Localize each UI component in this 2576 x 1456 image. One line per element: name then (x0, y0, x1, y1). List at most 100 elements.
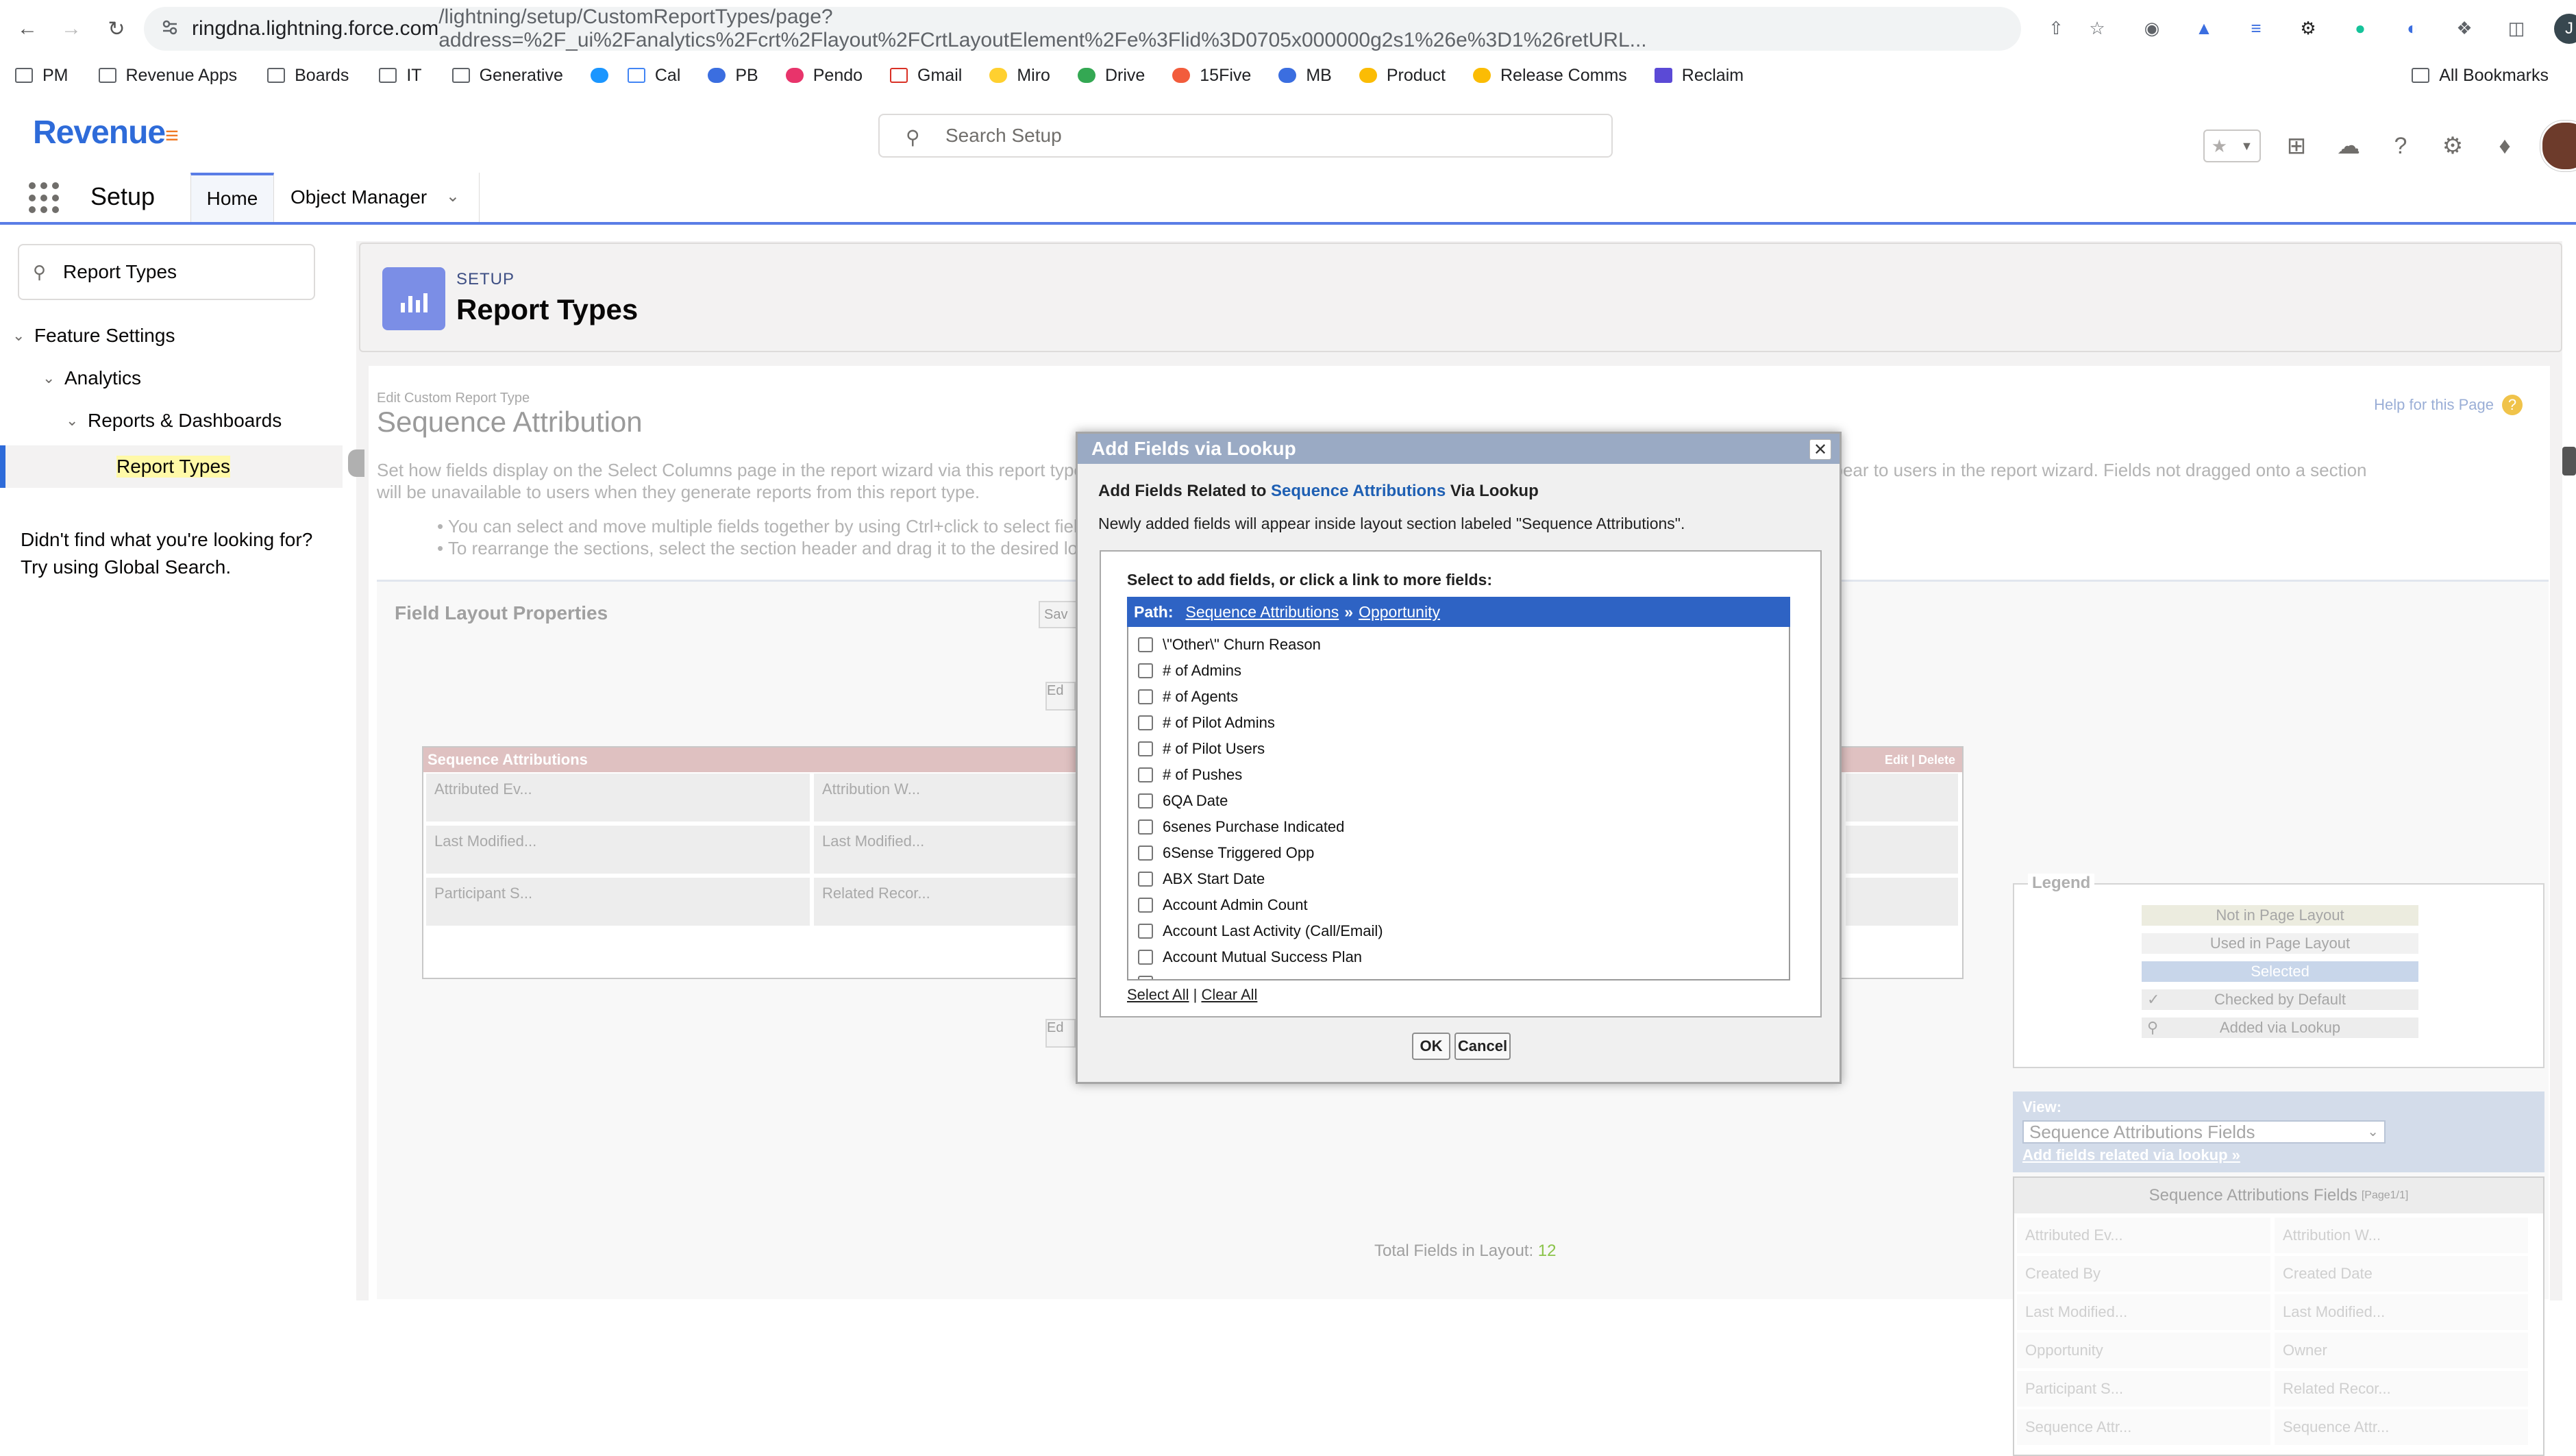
field-checkbox[interactable] (1138, 741, 1153, 756)
bookmark-product[interactable]: Product (1359, 66, 1446, 86)
edit-properties-button[interactable]: Ed (1045, 1019, 1076, 1048)
org-logo[interactable]: Revenue≡ (33, 114, 179, 151)
layout-field[interactable]: Last Modified... (426, 826, 810, 874)
back-arrow-icon[interactable]: ← (11, 12, 44, 45)
section-edit-delete-links[interactable]: Edit | Delete (1885, 748, 1955, 772)
select-all-link[interactable]: Select All (1127, 986, 1189, 1003)
bookmark-generative[interactable]: Generative (451, 66, 563, 86)
field-option[interactable]: Account Last Activity (Call/Email) (1138, 919, 1383, 943)
search-setup-input[interactable]: ⚲ Search Setup (878, 114, 1613, 158)
share-icon[interactable]: ⇧ (2042, 14, 2070, 42)
tree-item-report-types[interactable]: Report Types (116, 456, 231, 478)
bookmark-drive[interactable]: Drive (1077, 66, 1145, 86)
path-link-opportunity[interactable]: Opportunity (1359, 603, 1440, 621)
tree-item-feature-settings[interactable]: ⌄ Feature Settings (12, 325, 175, 347)
available-field[interactable]: Attribution W... (2275, 1218, 2528, 1253)
edit-properties-button[interactable]: Ed (1045, 682, 1076, 711)
notifications-bell-icon[interactable]: ♦ (2488, 129, 2521, 162)
extensions-puzzle-icon[interactable]: ❖ (2450, 14, 2479, 42)
sidebar-collapse-handle[interactable] (348, 449, 364, 477)
bookmark-miro[interactable]: Miro (989, 66, 1050, 86)
bookmark-cal[interactable]: Cal (627, 66, 680, 86)
cancel-button[interactable]: Cancel (1454, 1033, 1511, 1060)
available-field[interactable]: Opportunity (2017, 1333, 2270, 1368)
available-field[interactable]: Participant S... (2017, 1371, 2270, 1407)
available-field[interactable]: Attributed Ev... (2017, 1218, 2270, 1253)
camera-extension-icon[interactable]: ◉ (2138, 14, 2166, 42)
clear-all-link[interactable]: Clear All (1201, 986, 1257, 1003)
mb-extension-icon[interactable]: ≡ (2242, 14, 2270, 42)
field-option[interactable]: 6Sense Triggered Opp (1138, 841, 1314, 865)
tree-item-reports-dashboards[interactable]: ⌄ Reports & Dashboards (66, 410, 282, 432)
field-option[interactable]: Account Mutual Success Plan (1138, 945, 1362, 970)
layout-field[interactable]: Attributed Ev... (426, 774, 810, 822)
profile-avatar[interactable]: J (2554, 14, 2576, 44)
field-option-partial[interactable] (1138, 971, 1153, 979)
lookup-field-list[interactable]: \"Other\" Churn Reason # of Admins # of … (1127, 627, 1790, 980)
field-option[interactable]: # of Pilot Admins (1138, 711, 1275, 735)
layout-field[interactable]: Participant S... (426, 878, 810, 926)
bookmark-pm[interactable]: PM (15, 66, 69, 86)
layout-field[interactable] (1846, 878, 1958, 926)
field-checkbox[interactable] (1138, 846, 1153, 861)
field-checkbox[interactable] (1138, 793, 1153, 809)
reload-icon[interactable]: ↻ (100, 12, 133, 45)
available-field[interactable]: Related Recor... (2275, 1371, 2528, 1407)
related-object-link[interactable]: Sequence Attributions (1271, 482, 1446, 500)
forward-arrow-icon[interactable]: → (55, 12, 88, 45)
all-bookmarks[interactable]: All Bookmarks (2412, 66, 2549, 86)
bookmark-15five[interactable]: 15Five (1172, 66, 1251, 86)
bookmark-pb[interactable]: PB (708, 66, 758, 86)
favorites-button[interactable]: ★ ▼ (2203, 129, 2261, 162)
address-bar[interactable]: ringdna.lightning.force.com/lightning/se… (144, 5, 2021, 51)
site-info-icon[interactable] (160, 18, 179, 37)
bookmark-reclaim[interactable]: Reclaim (1654, 66, 1744, 86)
gear-icon[interactable]: ⚙ (2436, 129, 2469, 162)
available-field[interactable]: Created Date (2275, 1256, 2528, 1292)
field-checkbox[interactable] (1138, 767, 1153, 782)
available-field[interactable]: Last Modified... (2017, 1294, 2270, 1330)
settings-extension-icon[interactable]: ⚙ (2294, 14, 2323, 42)
bookmark-mb[interactable]: MB (1278, 66, 1332, 86)
field-checkbox[interactable] (1138, 663, 1153, 678)
field-checkbox[interactable] (1138, 950, 1153, 965)
available-field[interactable]: Sequence Attr... (2017, 1409, 2270, 1445)
app-launcher-icon[interactable] (29, 182, 60, 214)
tab-object-manager[interactable]: Object Manager ⌄ (274, 173, 480, 222)
ok-button[interactable]: OK (1412, 1033, 1450, 1060)
field-option[interactable]: ABX Start Date (1138, 867, 1265, 891)
field-checkbox[interactable] (1138, 872, 1153, 887)
bookmark-gmail[interactable]: Gmail (890, 66, 962, 86)
field-checkbox[interactable] (1138, 924, 1153, 939)
add-fields-via-lookup-link[interactable]: Add fields related via lookup » (2022, 1146, 2240, 1164)
field-option[interactable]: 6QA Date (1138, 789, 1228, 813)
bookmark-revenue-apps[interactable]: Revenue Apps (98, 66, 237, 86)
field-option[interactable]: # of Agents (1138, 684, 1238, 709)
extension-shield-icon[interactable]: ◐ (2398, 14, 2427, 42)
field-option[interactable]: # of Pushes (1138, 763, 1242, 787)
available-field[interactable]: Created By (2017, 1256, 2270, 1292)
field-option[interactable]: 6senes Purchase Indicated (1138, 815, 1344, 839)
trailhead-icon[interactable]: ☁ (2332, 129, 2365, 162)
path-link-sequence-attributions[interactable]: Sequence Attributions (1186, 603, 1339, 621)
field-checkbox[interactable] (1138, 898, 1153, 913)
bookmark-boards[interactable]: Boards (267, 66, 349, 86)
field-checkbox[interactable] (1138, 715, 1153, 730)
field-option[interactable]: # of Admins (1138, 658, 1241, 683)
layout-field[interactable] (1846, 826, 1958, 874)
layout-field[interactable] (1846, 774, 1958, 822)
field-checkbox[interactable] (1138, 637, 1153, 652)
user-avatar[interactable] (2540, 121, 2576, 171)
pb-extension-icon[interactable]: ▲ (2190, 14, 2218, 42)
field-option[interactable]: \"Other\" Churn Reason (1138, 632, 1321, 657)
chevron-down-icon[interactable]: ⌄ (446, 186, 460, 206)
available-field[interactable]: Sequence Attr... (2275, 1409, 2528, 1445)
tree-item-analytics[interactable]: ⌄ Analytics (42, 367, 141, 389)
available-field[interactable]: Last Modified... (2275, 1294, 2528, 1330)
help-icon[interactable]: ? (2384, 129, 2417, 162)
save-button[interactable]: Sav (1039, 601, 1080, 628)
quick-find-input[interactable]: ⚲ Report Types (18, 244, 315, 300)
side-panel-icon[interactable]: ◫ (2502, 14, 2531, 42)
available-field[interactable]: Owner (2275, 1333, 2528, 1368)
field-checkbox[interactable] (1138, 976, 1153, 979)
